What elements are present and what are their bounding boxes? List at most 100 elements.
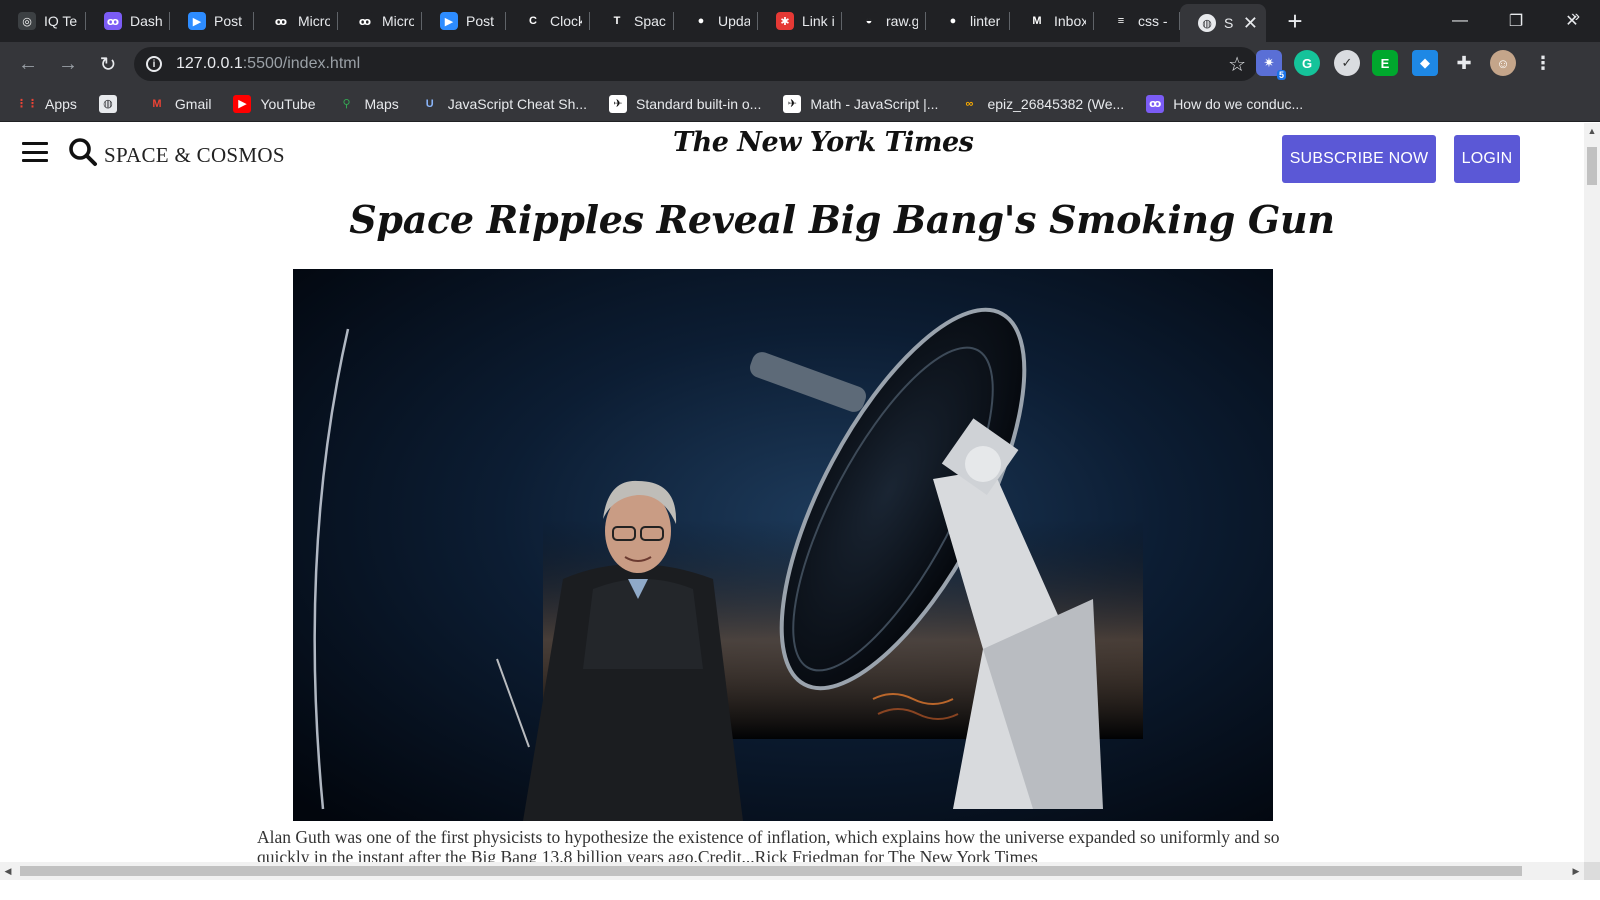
- raw-github-icon: ◒: [860, 12, 878, 30]
- browser-tab[interactable]: T Space: [590, 0, 674, 42]
- horizontal-scroll-thumb[interactable]: [20, 866, 1522, 876]
- stackoverflow-icon: ≡: [1112, 12, 1130, 30]
- address-bar[interactable]: i 127.0.0.1:5500/index.html ☆: [134, 47, 1258, 81]
- back-button[interactable]: ←: [8, 44, 48, 84]
- tab-label: raw.g: [886, 13, 918, 29]
- horizontal-scrollbar[interactable]: ◀ ▶: [0, 862, 1584, 880]
- browser-toolbar: ← → ↻ i 127.0.0.1:5500/index.html ☆: [0, 42, 1600, 86]
- forward-button[interactable]: →: [48, 44, 88, 84]
- scroll-up-arrow-icon[interactable]: ▲: [1584, 123, 1600, 139]
- tab-label: Inbox: [1054, 13, 1086, 29]
- extensions-puzzle-icon[interactable]: ✚: [1451, 50, 1477, 76]
- bookmark-item[interactable]: ✈ Math - JavaScript |...: [783, 94, 939, 113]
- evernote-icon[interactable]: E: [1372, 50, 1398, 76]
- url-host: 127.0.0.1: [176, 55, 243, 72]
- browser-tab[interactable]: ◎ IQ Te: [0, 0, 86, 42]
- bookmark-item[interactable]: ⚲ Maps: [338, 95, 399, 113]
- subscribe-button[interactable]: SUBSCRIBE NOW: [1282, 135, 1436, 183]
- scroll-right-arrow-icon[interactable]: ▶: [1568, 862, 1584, 880]
- address-url[interactable]: 127.0.0.1:5500/index.html: [176, 55, 360, 73]
- browser-tab[interactable]: ● Updat: [674, 0, 758, 42]
- mdn-icon: ✈: [609, 94, 628, 113]
- browser-tab[interactable]: ꝏ Dashl: [86, 0, 170, 42]
- maximize-button[interactable]: ❐: [1488, 0, 1544, 42]
- maps-pin-icon: ⚲: [342, 98, 351, 110]
- tab-label: linter: [970, 13, 1001, 29]
- close-tab-icon[interactable]: ✕: [1243, 13, 1258, 34]
- browser-tab[interactable]: ● linter: [926, 0, 1010, 42]
- bookmark-item[interactable]: ✈ Standard built-in o...: [609, 94, 762, 113]
- browser-tab[interactable]: ≡ css - I: [1094, 0, 1180, 42]
- micro-icon: ꝏ: [356, 12, 374, 30]
- bookmark-star-icon[interactable]: ☆: [1228, 52, 1246, 77]
- hamburger-menu-icon[interactable]: [22, 142, 48, 162]
- bookmark-label: epiz_26845382 (We...: [987, 95, 1125, 112]
- browser-tab[interactable]: M Inbox: [1010, 0, 1094, 42]
- new-tab-button[interactable]: +: [1280, 6, 1310, 37]
- article-headline: Space Ripples Reveal Big Bang's Smoking …: [349, 197, 1335, 242]
- bookmarks-bar: ⋮⋮ Apps ◍ M Gmail ▶ YouTube ⚲ Maps U JavaScript Ch…: [0, 86, 1600, 122]
- github-icon: ●: [944, 12, 962, 30]
- url-path: :5500/index.html: [242, 55, 361, 72]
- bookmark-item[interactable]: ∞ epiz_26845382 (We...: [960, 95, 1125, 113]
- bookmark-label: JavaScript Cheat Sh...: [447, 95, 588, 112]
- scroll-left-arrow-icon[interactable]: ◀: [0, 862, 16, 880]
- bookmark-item[interactable]: U JavaScript Cheat Sh...: [421, 95, 587, 113]
- hero-photo: [293, 269, 1273, 821]
- apps-grid-icon: ⋮⋮: [16, 98, 38, 110]
- extension-blue-icon[interactable]: ◆: [1412, 50, 1438, 76]
- tab-label: Dashl: [130, 13, 162, 29]
- bookmark-item[interactable]: ꝏ How do we conduc...: [1146, 94, 1304, 113]
- iq-test-icon: ◎: [18, 12, 36, 30]
- login-button[interactable]: LOGIN: [1454, 135, 1520, 183]
- mdn-icon: ✈: [783, 94, 802, 113]
- browser-tab[interactable]: ◒ raw.g: [842, 0, 926, 42]
- bookmark-item[interactable]: ⋮⋮ Apps: [16, 95, 77, 113]
- bookmarks-overflow-icon[interactable]: »: [1571, 8, 1580, 26]
- browser-tab[interactable]: ▶ Post /: [422, 0, 506, 42]
- extension-puzzle-badge-icon[interactable]: ✷ 5: [1256, 50, 1286, 80]
- extension-gray-icon[interactable]: ✓: [1334, 50, 1360, 76]
- site-info-icon[interactable]: i: [146, 56, 162, 72]
- zoom-icon: ▶: [188, 12, 206, 30]
- tab-label: Micro: [298, 13, 330, 29]
- profile-avatar[interactable]: ☺: [1490, 50, 1516, 76]
- gmail-icon: M: [152, 97, 162, 110]
- scrollbar-corner: [1584, 862, 1600, 880]
- dashlane-icon: ꝏ: [1146, 94, 1165, 113]
- grammarly-icon[interactable]: G: [1294, 50, 1320, 76]
- tab-label: Updat: [718, 13, 750, 29]
- extension-badge-count: 5: [1276, 70, 1286, 80]
- dashlane-icon: ꝏ: [104, 12, 122, 30]
- browser-menu-icon[interactable]: ⋮: [1530, 50, 1556, 76]
- page-viewport: SPACE & COSMOS The New York Times SUBSCR…: [0, 123, 1584, 880]
- photo-caption: Alan Guth was one of the first physicist…: [257, 827, 1280, 867]
- minimize-button[interactable]: —: [1432, 0, 1488, 42]
- section-title[interactable]: SPACE & COSMOS: [104, 143, 285, 168]
- browser-tab[interactable]: ꝏ Micro: [254, 0, 338, 42]
- tab-label: Space: [634, 13, 666, 29]
- reload-button[interactable]: ↻: [88, 44, 128, 84]
- nyt-logo[interactable]: The New York Times: [673, 127, 974, 158]
- browser-tab-active[interactable]: ◍ Sp ✕: [1180, 4, 1266, 42]
- bookmark-item[interactable]: ▶ YouTube: [233, 94, 316, 113]
- tab-label: css - I: [1138, 13, 1172, 29]
- bookmark-item[interactable]: M Gmail: [148, 95, 211, 113]
- bookmark-label: Math - JavaScript |...: [810, 95, 939, 112]
- bookmark-label: Maps: [364, 95, 399, 112]
- browser-tab[interactable]: ꝏ Micro: [338, 0, 422, 42]
- search-icon[interactable]: [68, 137, 98, 167]
- tab-label: Clock: [550, 13, 582, 29]
- browser-tab[interactable]: ▶ Post /: [170, 0, 254, 42]
- bookmark-label: How do we conduc...: [1173, 95, 1304, 112]
- vertical-scroll-thumb[interactable]: [1587, 147, 1597, 185]
- tab-label: Post /: [214, 13, 246, 29]
- browser-tab[interactable]: ✱ Link ir: [758, 0, 842, 42]
- vertical-scrollbar[interactable]: ▲ ▼: [1584, 123, 1600, 880]
- bookmark-label: Standard built-in o...: [636, 95, 762, 112]
- link-icon: ✱: [776, 12, 794, 30]
- browser-tab[interactable]: C Clock: [506, 0, 590, 42]
- globe-icon: ◍: [98, 94, 117, 113]
- bookmark-item[interactable]: ◍: [98, 94, 126, 113]
- tab-label: IQ Te: [44, 13, 78, 29]
